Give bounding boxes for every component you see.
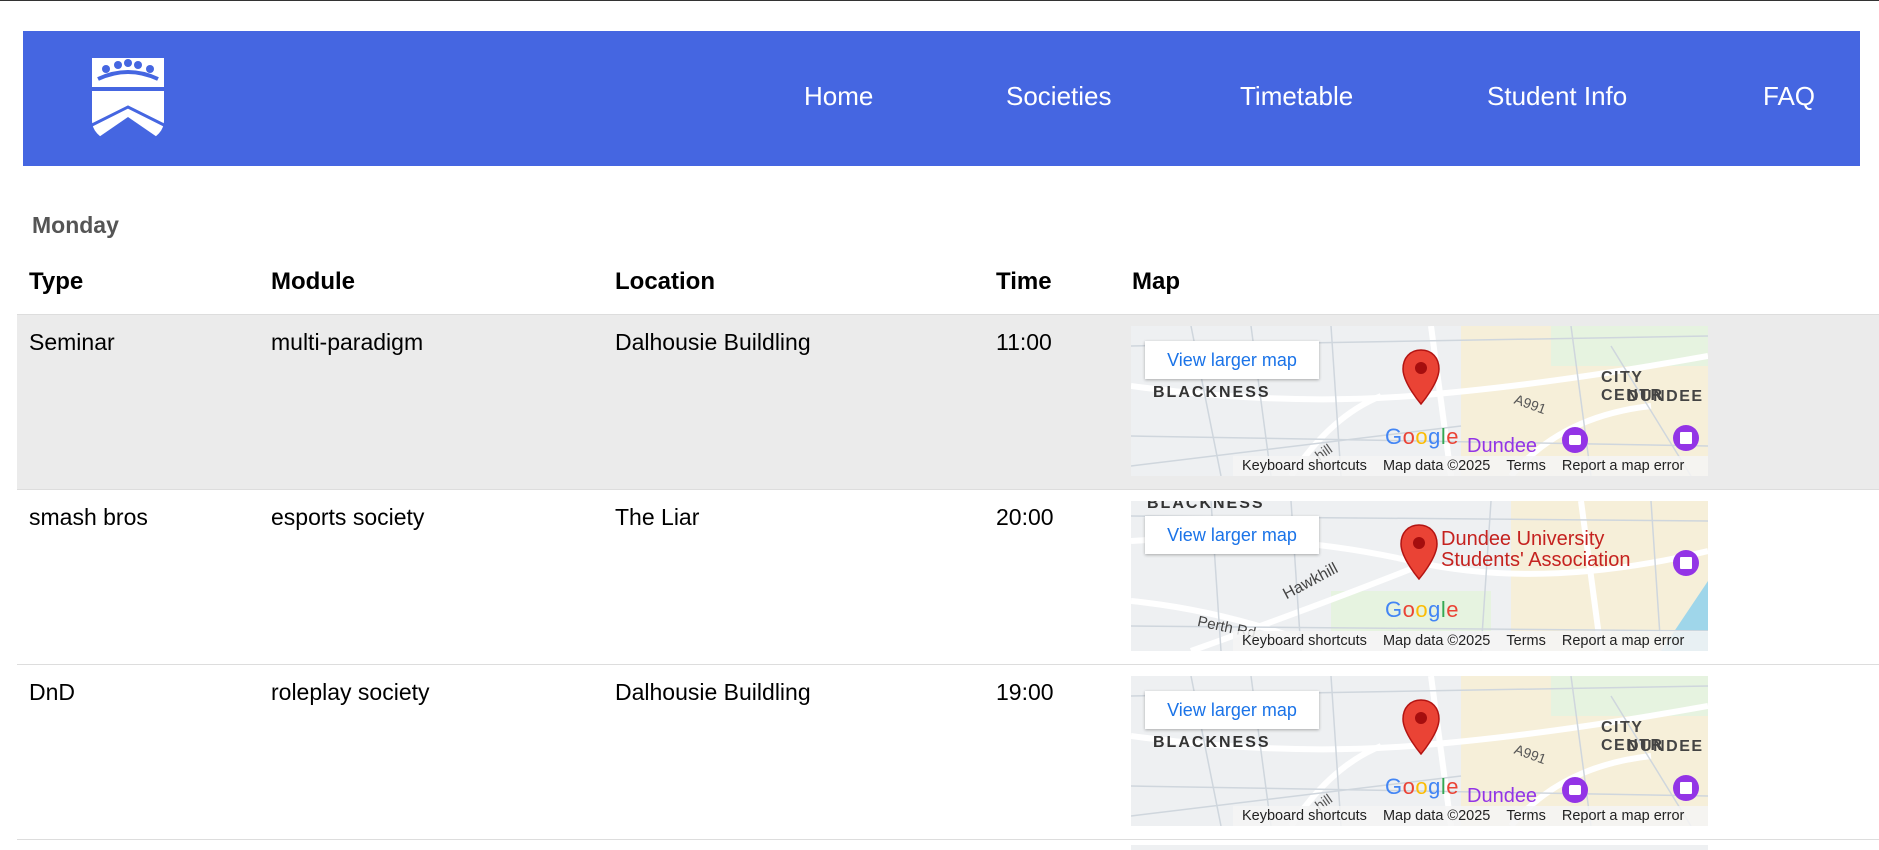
cell-time: 20:00 <box>984 489 1120 665</box>
embedded-map[interactable]: BLACKNESS CITY CENTR DUNDEE A991 Dundee … <box>1131 326 1708 476</box>
keyboard-shortcuts-link[interactable]: Keyboard shortcuts <box>1242 633 1367 649</box>
cell-module: esports society <box>259 489 603 665</box>
map-data-attribution: Map data ©2025 <box>1382 808 1491 824</box>
google-logo: Google <box>1385 774 1460 799</box>
report-map-error-link[interactable]: Report a map error <box>1562 808 1685 824</box>
cell-time: 11:00 <box>984 314 1120 490</box>
place-poi-icon[interactable] <box>1672 424 1700 452</box>
map-label-area: BLACKNESS <box>1153 384 1271 401</box>
cell-location: The Liar <box>603 489 984 665</box>
keyboard-shortcuts-link[interactable]: Keyboard shortcuts <box>1242 458 1367 474</box>
window-top-border <box>0 0 1879 1</box>
cell-map: BLACKNESS CITY CENTR DUNDEE A991 Dundee … <box>1120 664 1879 840</box>
terms-link[interactable]: Terms <box>1506 808 1545 824</box>
report-map-error-link[interactable]: Report a map error <box>1562 633 1685 649</box>
map-label-place: Dundee <box>1467 785 1538 807</box>
cell-map: BLACKNESS CITY CENTR DUNDEE A991 Dundee … <box>1120 314 1879 490</box>
map-marker-icon[interactable] <box>1401 698 1441 756</box>
map-label-area: DUNDEE <box>1627 738 1704 755</box>
cell-location: Dalhousie Buildling <box>603 314 984 490</box>
table-header-row: Type Module Location Time Map <box>17 262 1879 315</box>
view-larger-map-button[interactable]: View larger map <box>1145 341 1319 379</box>
map-label-area: BLACKNESS <box>1147 501 1265 512</box>
header-module: Module <box>259 262 603 315</box>
embedded-map[interactable]: BLACKNESS CITY CENTR DUNDEE A991 Dundee … <box>1131 676 1708 826</box>
header-map: Map <box>1120 262 1879 315</box>
terms-link[interactable]: Terms <box>1506 633 1545 649</box>
university-shield-logo[interactable] <box>88 55 168 151</box>
nav-timetable-link[interactable]: Timetable <box>1240 83 1353 109</box>
map-label-area: BLACKNESS <box>1153 734 1271 751</box>
map-data-attribution: Map data ©2025 <box>1382 633 1491 649</box>
timetable-table: Type Module Location Time Map Seminar mu… <box>17 262 1879 840</box>
header-type: Type <box>17 262 259 315</box>
map-footer: Keyboard shortcuts Map data ©2025 Terms … <box>1233 806 1708 826</box>
nav-home-link[interactable]: Home <box>804 83 873 109</box>
map-marker-icon[interactable] <box>1401 348 1441 406</box>
table-row: smash bros esports society The Liar 20:0… <box>17 489 1879 665</box>
next-row-map-edge <box>1131 845 1708 850</box>
cell-time: 19:00 <box>984 664 1120 840</box>
nav-faq-link[interactable]: FAQ <box>1763 83 1815 109</box>
place-poi-icon[interactable] <box>1561 776 1589 804</box>
cell-location: Dalhousie Buildling <box>603 664 984 840</box>
table-row: DnD roleplay society Dalhousie Buildling… <box>17 664 1879 840</box>
cell-map: BLACKNESS Dundee University Students' As… <box>1120 489 1879 665</box>
terms-link[interactable]: Terms <box>1506 458 1545 474</box>
map-marker-icon[interactable] <box>1399 523 1439 581</box>
keyboard-shortcuts-link[interactable]: Keyboard shortcuts <box>1242 808 1367 824</box>
place-poi-icon[interactable] <box>1561 426 1589 454</box>
map-label-place: Dundee University <box>1441 528 1605 550</box>
view-larger-map-button[interactable]: View larger map <box>1145 691 1319 729</box>
top-navbar: Home Societies Timetable Student Info FA… <box>23 31 1860 166</box>
nav-student-info-link[interactable]: Student Info <box>1487 83 1627 109</box>
google-logo: Google <box>1385 424 1460 449</box>
cell-module: roleplay society <box>259 664 603 840</box>
embedded-map[interactable]: BLACKNESS Dundee University Students' As… <box>1131 501 1708 651</box>
map-label-area: DUNDEE <box>1627 388 1704 405</box>
google-logo: Google <box>1385 597 1460 622</box>
table-row: Seminar multi-paradigm Dalhousie Buildli… <box>17 314 1879 490</box>
map-data-attribution: Map data ©2025 <box>1382 458 1491 474</box>
nav-societies-link[interactable]: Societies <box>1006 83 1112 109</box>
cell-type: smash bros <box>17 489 259 665</box>
report-map-error-link[interactable]: Report a map error <box>1562 458 1685 474</box>
map-label-place: Students' Association <box>1441 549 1631 571</box>
view-larger-map-button[interactable]: View larger map <box>1145 516 1319 554</box>
map-footer: Keyboard shortcuts Map data ©2025 Terms … <box>1233 456 1708 476</box>
header-time: Time <box>984 262 1120 315</box>
cell-type: Seminar <box>17 314 259 490</box>
place-poi-icon[interactable] <box>1672 774 1700 802</box>
place-poi-icon[interactable] <box>1672 549 1700 577</box>
map-label-place: Dundee <box>1467 435 1538 457</box>
map-footer: Keyboard shortcuts Map data ©2025 Terms … <box>1233 631 1708 651</box>
cell-module: multi-paradigm <box>259 314 603 490</box>
day-heading: Monday <box>32 212 119 238</box>
header-location: Location <box>603 262 984 315</box>
cell-type: DnD <box>17 664 259 840</box>
